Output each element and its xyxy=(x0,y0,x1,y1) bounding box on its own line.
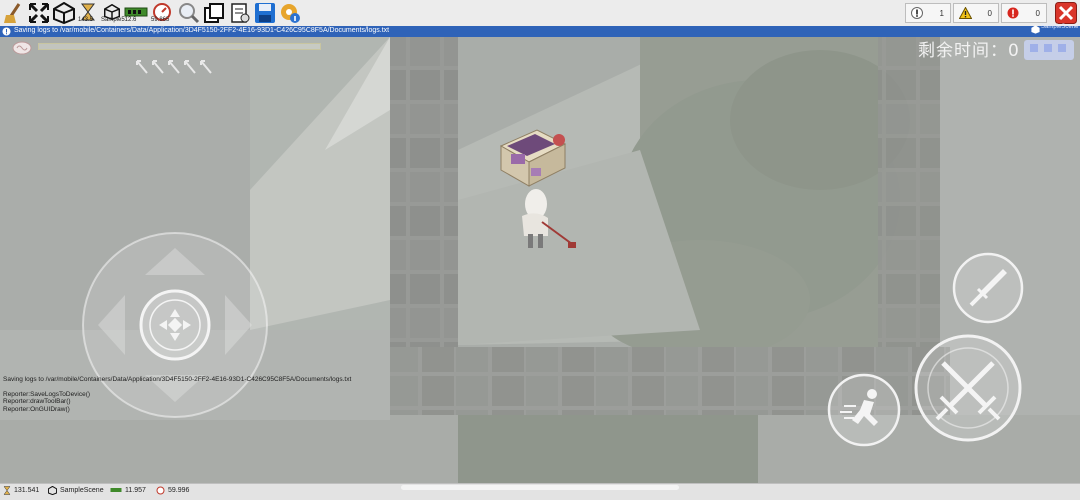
info-count: 1 xyxy=(939,9,944,18)
copy-windows-icon[interactable] xyxy=(202,1,226,25)
scene-stat[interactable]: SampleScene xyxy=(48,486,104,495)
close-button[interactable] xyxy=(1054,1,1078,25)
toolbar-fps2-value: 59.865 xyxy=(151,17,170,23)
info-icon xyxy=(2,27,11,36)
scene-label: SampleScene xyxy=(1041,24,1079,30)
unity-logo-icon[interactable] xyxy=(52,1,76,25)
home-indicator[interactable] xyxy=(401,485,679,490)
player-character xyxy=(522,189,576,248)
fps-value: 59.996 xyxy=(168,487,190,494)
unity-logo-icon xyxy=(48,486,57,495)
warning-triangle-icon xyxy=(959,7,972,19)
gc-memory-value: 11.957 xyxy=(125,486,146,494)
console-line[interactable]: Reporter:OnGUIDraw() xyxy=(3,406,351,414)
console-line[interactable]: Saving logs to /var/mobile/Containers/Da… xyxy=(3,376,351,384)
warning-log-counter[interactable]: 0 xyxy=(953,3,999,23)
toolbar-fps-value: 143.5 xyxy=(78,17,94,23)
sanity-bar xyxy=(38,43,321,50)
brain-icon xyxy=(12,41,32,55)
log-document-icon[interactable] xyxy=(228,1,252,25)
fps-stat[interactable]: 59.996 xyxy=(156,486,189,495)
attack-button[interactable] xyxy=(913,333,1023,443)
minimap-icon[interactable] xyxy=(1022,38,1076,62)
gc-memory-stat[interactable]: 11.957 xyxy=(110,486,146,494)
hourglass-icon xyxy=(3,486,11,495)
info-bubble-icon xyxy=(911,7,923,19)
scene-value: SampleScene xyxy=(60,487,104,494)
save-floppy-icon[interactable] xyxy=(253,1,277,25)
throwing-knives-ammo xyxy=(136,60,212,74)
memory-chip-icon xyxy=(110,488,122,492)
console-line[interactable]: Reporter:drawToolBar() xyxy=(3,398,351,406)
memory-chip-icon[interactable] xyxy=(124,0,148,24)
collapse-arrows-icon[interactable] xyxy=(27,1,51,25)
error-circle-icon xyxy=(1007,7,1019,19)
search-magnifier-icon[interactable] xyxy=(177,1,201,25)
debug-console: Saving logs to /var/mobile/Containers/Da… xyxy=(3,376,351,413)
sword-skill-button[interactable] xyxy=(951,251,1025,325)
error-count: 0 xyxy=(1035,9,1040,18)
dash-run-button[interactable] xyxy=(826,372,902,448)
scene-unity-icon xyxy=(1031,25,1040,34)
settings-info-icon[interactable] xyxy=(278,1,302,25)
console-line[interactable]: Reporter:SaveLogsToDevice() xyxy=(3,391,351,399)
close-icon xyxy=(1055,2,1077,24)
log-status-message: Saving logs to /var/mobile/Containers/Da… xyxy=(14,27,390,34)
warning-count: 0 xyxy=(987,9,992,18)
clear-broom-icon[interactable] xyxy=(2,1,26,25)
memory-stat[interactable]: 131.541 xyxy=(3,486,39,495)
debug-toolbar: 143.5 Sample512.6 59.865 1 0 0 xyxy=(0,0,1080,27)
info-log-counter[interactable]: 1 xyxy=(905,3,951,23)
memory-value: 131.541 xyxy=(14,487,40,494)
remaining-time: 剩余时间：0 xyxy=(918,41,1020,61)
error-log-counter[interactable]: 0 xyxy=(1001,3,1047,23)
treasure-chest-icon[interactable] xyxy=(497,128,569,190)
fps-gauge-icon xyxy=(156,486,165,495)
